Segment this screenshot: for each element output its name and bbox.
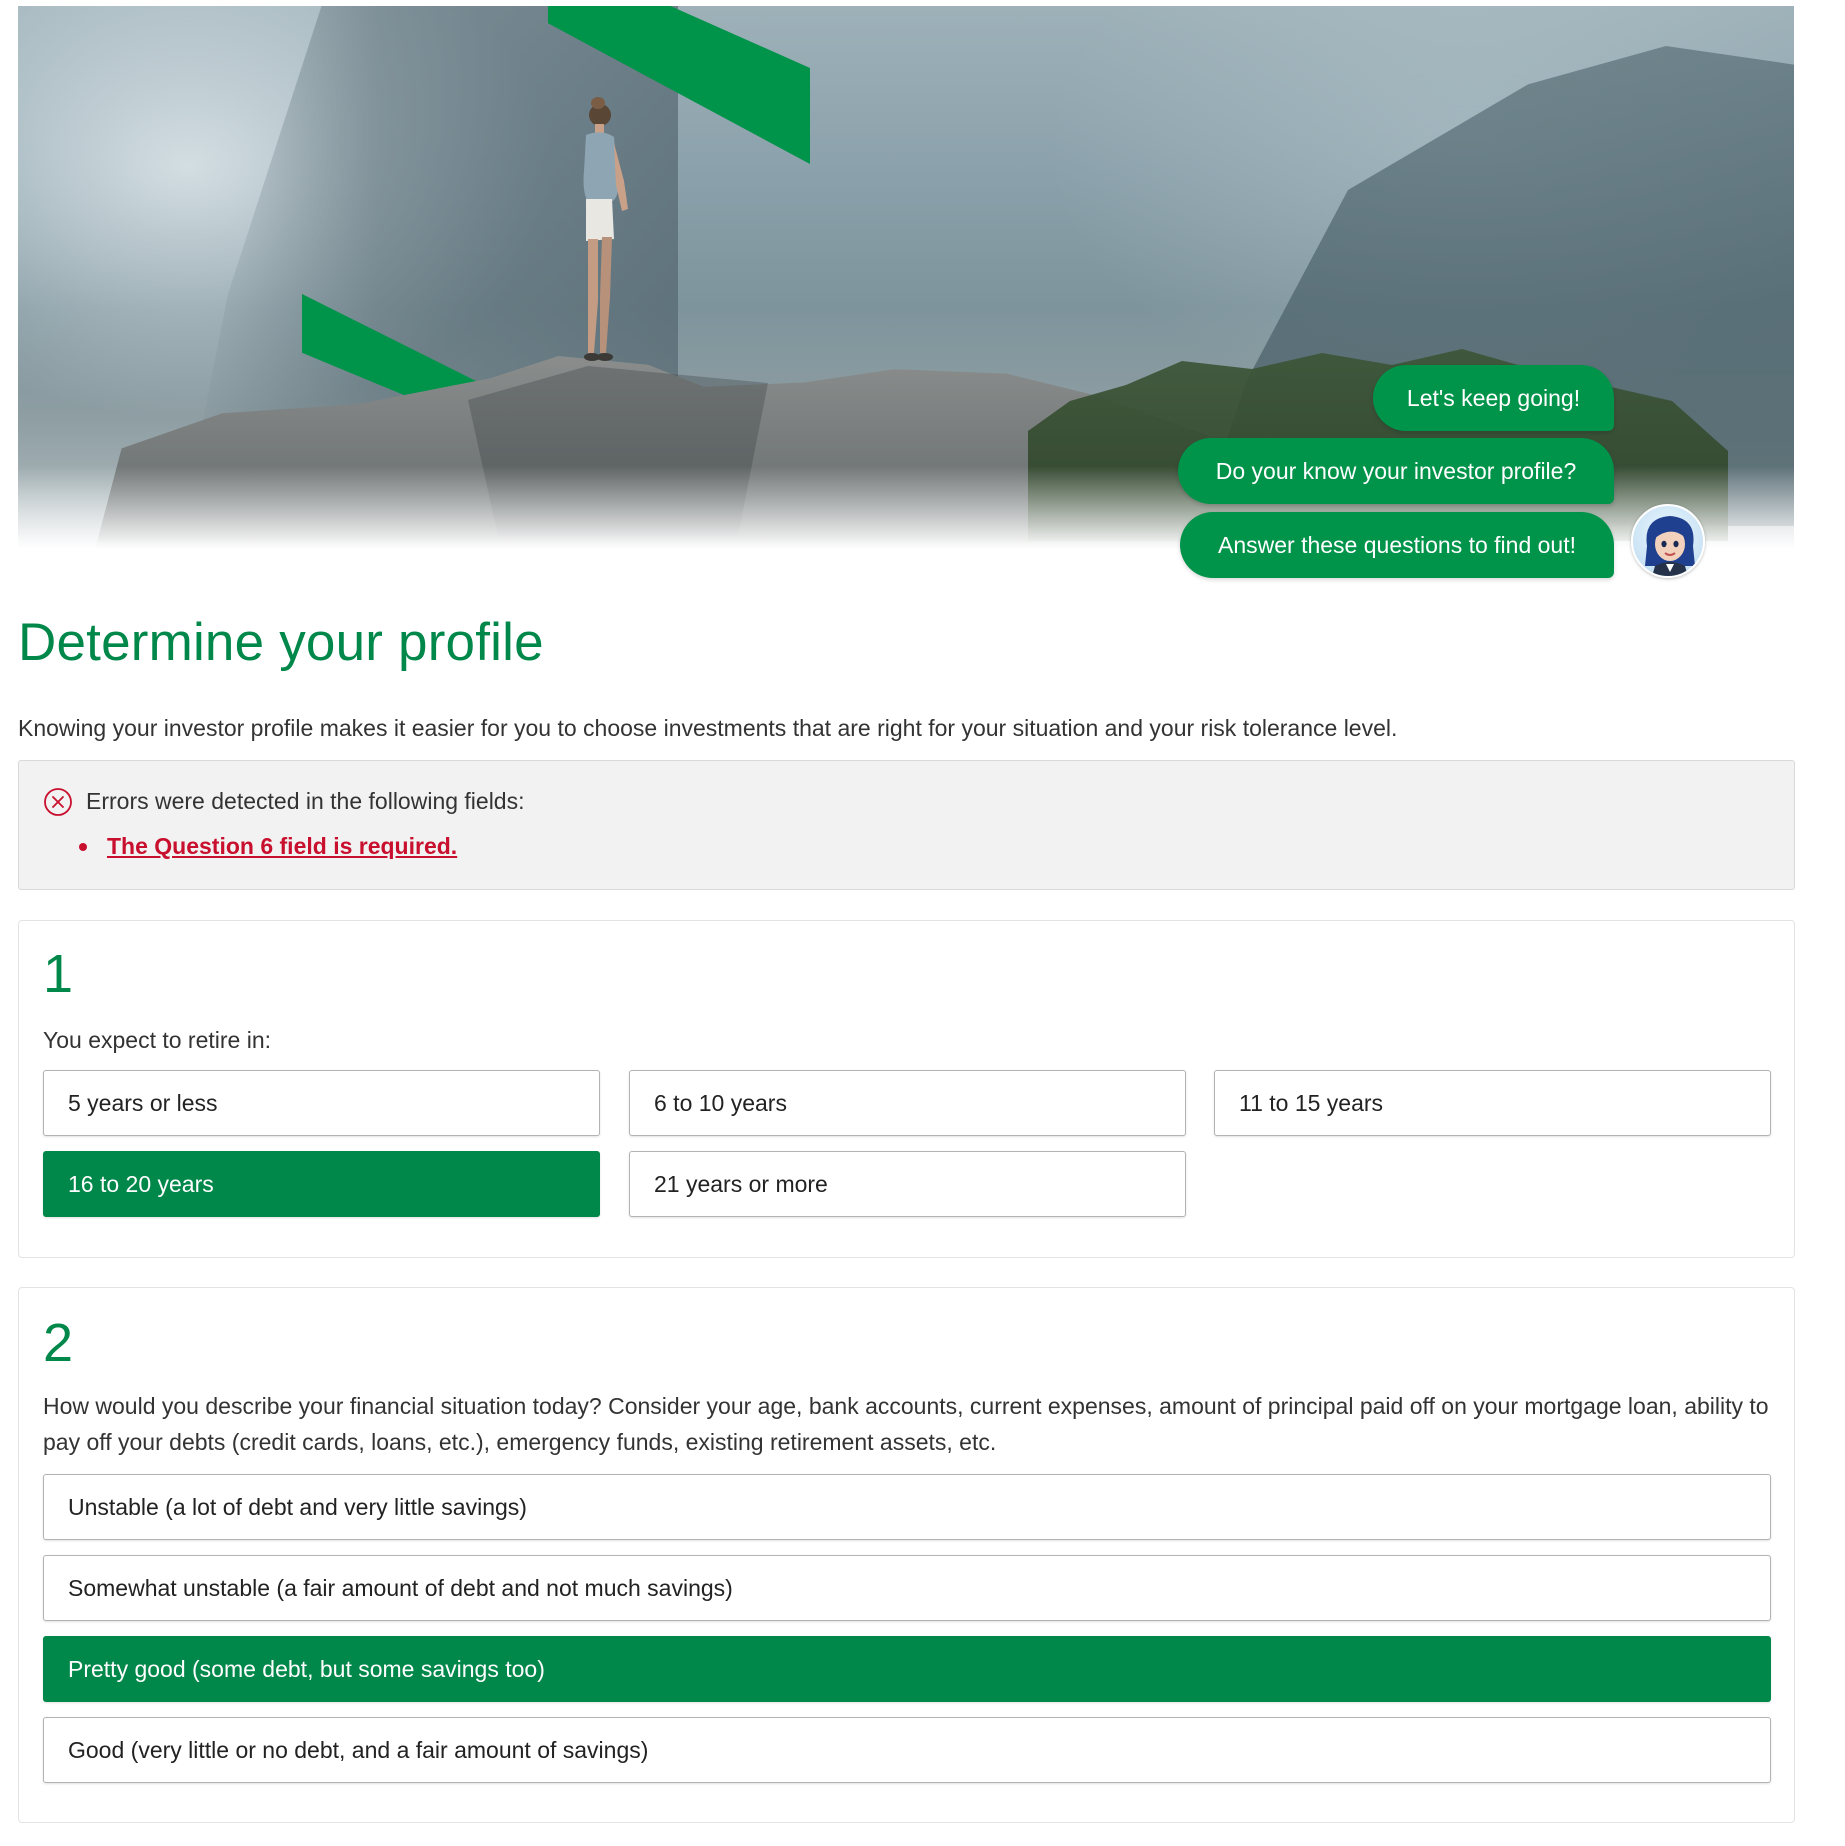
answer-option[interactable]: 5 years or less <box>43 1070 600 1136</box>
answer-option[interactable]: Somewhat unstable (a fair amount of debt… <box>43 1555 1771 1621</box>
question-text: How would you describe your financial si… <box>43 1393 1769 1455</box>
question-number: 2 <box>43 1313 74 1373</box>
chat-bubble: Do your know your investor profile? <box>1178 438 1614 504</box>
error-heading: Errors were detected in the following fi… <box>86 788 525 814</box>
answer-option-selected[interactable]: 16 to 20 years <box>43 1151 600 1217</box>
error-item: The Question 6 field is required. <box>79 831 457 861</box>
question-card-1: 1 You expect to retire in: 5 years or le… <box>18 920 1795 1258</box>
answer-option[interactable]: Good (very little or no debt, and a fair… <box>43 1717 1771 1783</box>
error-summary: Errors were detected in the following fi… <box>18 760 1795 890</box>
error-list: The Question 6 field is required. <box>79 831 457 861</box>
page-intro: Knowing your investor profile makes it e… <box>18 715 1398 741</box>
page-title: Determine your profile <box>18 613 544 672</box>
answer-option[interactable]: Unstable (a lot of debt and very little … <box>43 1474 1771 1540</box>
question-card-2: 2 How would you describe your financial … <box>18 1287 1795 1823</box>
chat-bubble: Answer these questions to find out! <box>1180 512 1614 578</box>
assistant-avatar-icon <box>1645 516 1695 576</box>
chat-bubble: Let's keep going! <box>1373 365 1614 431</box>
assistant-avatar <box>1631 504 1705 578</box>
answer-option[interactable]: 6 to 10 years <box>629 1070 1186 1136</box>
hiker-figure <box>583 97 628 361</box>
question-text: You expect to retire in: <box>43 1027 272 1053</box>
page: Let's keep going! Do your know your inve… <box>0 0 1845 1846</box>
answer-option[interactable]: 21 years or more <box>629 1151 1186 1217</box>
answer-option-selected[interactable]: Pretty good (some debt, but some savings… <box>43 1636 1771 1702</box>
circle-x-icon <box>44 788 72 816</box>
answer-option[interactable]: 11 to 15 years <box>1214 1070 1771 1136</box>
error-link-question-6[interactable]: The Question 6 field is required. <box>107 833 457 859</box>
question-number: 1 <box>43 944 74 1004</box>
